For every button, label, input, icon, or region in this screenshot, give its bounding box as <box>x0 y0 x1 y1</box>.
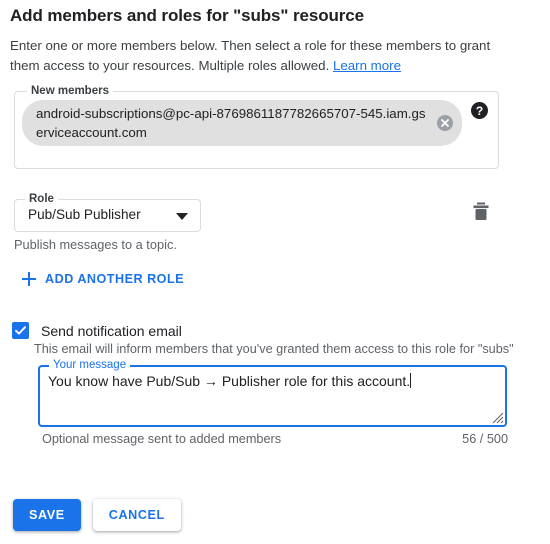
your-message-value: You know have Pub/Sub → Publisher role f… <box>48 372 497 391</box>
help-circle-icon[interactable]: ? <box>471 102 488 119</box>
dialog-description-text: Enter one or more members below. Then se… <box>10 38 491 73</box>
add-another-role-label: ADD ANOTHER ROLE <box>45 272 185 286</box>
your-message-hint: Optional message sent to added members <box>42 432 282 446</box>
role-select[interactable]: Role Pub/Sub Publisher <box>14 192 201 232</box>
your-message-label: Your message <box>49 358 131 372</box>
trash-icon[interactable] <box>470 200 492 224</box>
add-members-dialog: Add members and roles for "subs" resourc… <box>0 0 550 544</box>
page-title: Add members and roles for "subs" resourc… <box>10 6 365 25</box>
cancel-button[interactable]: CANCEL <box>92 499 181 531</box>
new-members-field[interactable]: New members android-subscriptions@pc-api… <box>14 84 499 169</box>
character-counter: 56 / 500 <box>462 432 508 446</box>
role-helper-text: Publish messages to a topic. <box>14 237 177 252</box>
member-chip-label: android-subscriptions@pc-api-87698611877… <box>36 106 426 140</box>
check-icon <box>12 322 29 339</box>
close-circle-icon[interactable] <box>437 115 453 131</box>
learn-more-link[interactable]: Learn more <box>333 58 401 73</box>
send-notification-helper-text: This email will inform members that you'… <box>34 342 514 356</box>
send-notification-checkbox[interactable]: Send notification email <box>12 322 182 339</box>
role-label: Role <box>25 192 58 206</box>
chevron-down-icon[interactable] <box>176 213 188 220</box>
send-notification-label: Send notification email <box>41 322 182 339</box>
your-message-text: You know have Pub/Sub → Publisher role f… <box>48 373 411 389</box>
your-message-textarea[interactable]: Your message You know have Pub/Sub → Pub… <box>38 358 507 427</box>
dialog-description: Enter one or more members below. Then se… <box>10 36 506 75</box>
save-button[interactable]: SAVE <box>13 499 81 531</box>
plus-icon <box>22 272 36 286</box>
new-members-label: New members <box>27 84 113 98</box>
dialog-actions: SAVE CANCEL <box>13 499 181 531</box>
role-selected-value: Pub/Sub Publisher <box>28 207 141 222</box>
member-chip[interactable]: android-subscriptions@pc-api-87698611877… <box>22 100 462 146</box>
resize-handle-icon[interactable] <box>490 410 504 424</box>
add-another-role-button[interactable]: ADD ANOTHER ROLE <box>22 272 184 286</box>
text-caret <box>410 373 412 388</box>
